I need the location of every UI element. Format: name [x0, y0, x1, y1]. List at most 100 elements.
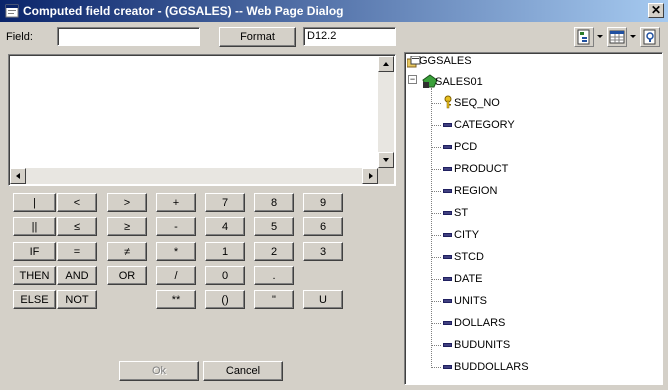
key-label: **	[171, 293, 181, 306]
key-equals[interactable]: =	[57, 242, 97, 261]
tree-field-item[interactable]: PCD	[431, 139, 651, 155]
vertical-scrollbar[interactable]	[378, 56, 394, 168]
tree-field-item[interactable]: DATE	[431, 271, 651, 287]
key-concat[interactable]: ||	[13, 217, 56, 236]
tree-field-item[interactable]: CATEGORY	[431, 117, 651, 133]
key-1[interactable]: 1	[205, 242, 245, 261]
scroll-right-button[interactable]	[362, 168, 378, 184]
key-quote[interactable]: "	[254, 290, 294, 309]
key-6[interactable]: 6	[303, 217, 343, 236]
expression-editor[interactable]	[8, 54, 396, 186]
key-label: 8	[270, 196, 278, 209]
tree-connector	[431, 213, 441, 214]
field-tree[interactable]: GGSALES − SALES01 SEQ_NO CATEGORY PCD PR…	[404, 52, 663, 385]
key-9[interactable]: 9	[303, 193, 343, 212]
field-icon	[443, 365, 452, 369]
field-icon	[443, 277, 452, 281]
field-icon	[443, 299, 452, 303]
field-name-input[interactable]	[57, 27, 200, 46]
key-label: ||	[31, 220, 38, 233]
key-or[interactable]: OR	[107, 266, 147, 285]
key-label: |	[33, 196, 36, 209]
tree-field-item[interactable]: DOLLARS	[431, 315, 651, 331]
tree-connector	[431, 301, 441, 302]
key-else[interactable]: ELSE	[13, 290, 56, 309]
tree-field-item[interactable]: SEQ_NO	[431, 95, 651, 111]
key-5[interactable]: 5	[254, 217, 294, 236]
format-button-label: Format	[240, 31, 275, 43]
tree-field-item[interactable]: PRODUCT	[431, 161, 651, 177]
tree-field-item[interactable]: REGION	[431, 183, 651, 199]
key-label: /	[174, 269, 178, 282]
key-not-equal[interactable]: ≠	[107, 242, 147, 261]
key-label: "	[272, 293, 276, 306]
close-button[interactable]: ✕	[648, 3, 664, 18]
key-multiply[interactable]: *	[156, 242, 196, 261]
arrow-left-icon	[16, 173, 20, 179]
tree-field-item[interactable]: BUDUNITS	[431, 337, 651, 353]
scroll-up-button[interactable]	[378, 56, 394, 72]
field-list-button[interactable]	[574, 27, 594, 47]
key-then[interactable]: THEN	[13, 266, 56, 285]
key-u[interactable]: U	[303, 290, 343, 309]
tree-connector	[431, 191, 441, 192]
tree-field-item[interactable]: STCD	[431, 249, 651, 265]
key-less-equal[interactable]: ≤	[57, 217, 97, 236]
key-8[interactable]: 8	[254, 193, 294, 212]
tree-connector	[431, 169, 441, 170]
key-label: IF	[29, 245, 40, 258]
field-icon	[443, 123, 452, 127]
table-icon	[609, 30, 625, 44]
key-greater-equal[interactable]: ≥	[107, 217, 147, 236]
tree-segment-label[interactable]: SALES01	[435, 76, 483, 88]
ok-button[interactable]: Ok	[119, 361, 199, 381]
dialog-window: Computed field creator - (GGSALES) -- We…	[0, 0, 668, 390]
tree-root-label[interactable]: GGSALES	[419, 55, 472, 67]
scroll-left-button[interactable]	[10, 168, 26, 184]
tree-collapse-toggle[interactable]: −	[408, 75, 417, 84]
key-2[interactable]: 2	[254, 242, 294, 261]
tree-field-label: PRODUCT	[454, 163, 509, 175]
horizontal-scrollbar[interactable]	[10, 168, 378, 184]
key-minus[interactable]: -	[156, 217, 196, 236]
cancel-button-label: Cancel	[225, 365, 261, 377]
key-parentheses[interactable]: ()	[205, 290, 245, 309]
key-label: 1	[221, 245, 229, 258]
field-label: Field:	[6, 31, 33, 43]
key-label: U	[319, 293, 327, 306]
field-list-dropdown-icon[interactable]	[597, 35, 603, 38]
arrow-up-icon	[383, 62, 389, 66]
scroll-down-button[interactable]	[378, 152, 394, 168]
key-and[interactable]: AND	[57, 266, 97, 285]
key-decimal[interactable]: .	[254, 266, 294, 285]
cancel-button[interactable]: Cancel	[203, 361, 283, 381]
format-field[interactable]: D12.2	[303, 27, 396, 46]
tree-field-item[interactable]: ST	[431, 205, 651, 221]
key-label: OR	[118, 269, 136, 282]
key-greater-than[interactable]: >	[107, 193, 147, 212]
key-if[interactable]: IF	[13, 242, 56, 261]
key-3[interactable]: 3	[303, 242, 343, 261]
key-divide[interactable]: /	[156, 266, 196, 285]
key-0[interactable]: 0	[205, 266, 245, 285]
window-title: Computed field creator - (GGSALES) -- We…	[23, 4, 344, 18]
tree-connector	[431, 345, 441, 346]
help-button[interactable]	[640, 27, 660, 47]
table-button[interactable]	[607, 27, 627, 47]
key-less-than[interactable]: <	[57, 193, 97, 212]
key-power[interactable]: **	[156, 290, 196, 309]
key-4[interactable]: 4	[205, 217, 245, 236]
key-not[interactable]: NOT	[57, 290, 97, 309]
key-label: >	[123, 196, 131, 209]
tree-field-item[interactable]: UNITS	[431, 293, 651, 309]
key-or-bar[interactable]: |	[13, 193, 56, 212]
key-7[interactable]: 7	[205, 193, 245, 212]
key-label: 7	[221, 196, 229, 209]
tree-field-item[interactable]: BUDDOLLARS	[431, 359, 651, 375]
key-plus[interactable]: +	[156, 193, 196, 212]
format-button[interactable]: Format	[219, 27, 296, 47]
title-bar[interactable]: Computed field creator - (GGSALES) -- We…	[0, 0, 668, 22]
table-dropdown-icon[interactable]	[630, 35, 636, 38]
field-icon	[443, 321, 452, 325]
tree-field-item[interactable]: CITY	[431, 227, 651, 243]
